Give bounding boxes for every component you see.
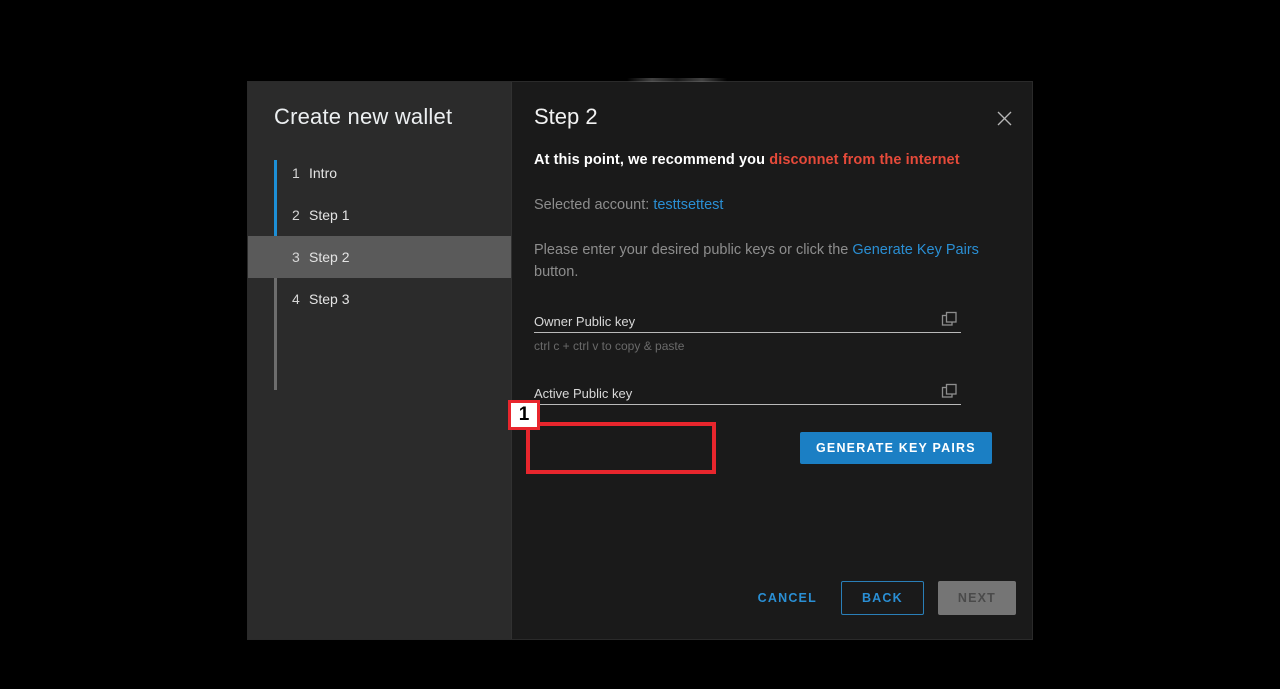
dialog-footer: CANCEL BACK NEXT xyxy=(512,581,1016,615)
recommendation-warning: disconnet from the internet xyxy=(769,152,960,168)
next-button: NEXT xyxy=(937,581,1016,615)
generate-key-pairs-link[interactable]: Generate Key Pairs xyxy=(852,242,979,258)
sidebar-item-step-1[interactable]: 2 Step 1 xyxy=(248,194,511,236)
screen-root: Create new wallet 1 Intro 2 Step 1 3 Ste… xyxy=(0,0,1280,689)
back-button[interactable]: BACK xyxy=(840,581,924,615)
selected-account-label: Selected account: xyxy=(534,197,654,213)
owner-public-key-input-line[interactable]: Owner Public key xyxy=(534,309,961,333)
active-public-key-field: Active Public key xyxy=(534,381,961,405)
instructions-part-2: button. xyxy=(534,264,579,280)
dialog-title: Create new wallet xyxy=(274,104,453,129)
step-number: 1 xyxy=(292,165,300,181)
sidebar-item-intro[interactable]: 1 Intro xyxy=(248,152,511,194)
owner-public-key-hint: ctrl c + ctrl v to copy & paste xyxy=(534,339,685,353)
copy-icon[interactable] xyxy=(941,311,959,329)
wizard-main-panel: Step 2 At this point, we recommend you d… xyxy=(511,82,1032,639)
step-label: Intro xyxy=(309,165,338,181)
selected-account-row: Selected account: testtsettest xyxy=(534,197,723,213)
cancel-button[interactable]: CANCEL xyxy=(748,583,827,613)
sidebar-item-step-2[interactable]: 3 Step 2 xyxy=(248,236,511,278)
owner-public-key-field: Owner Public key ctrl c + ctrl v to copy… xyxy=(534,309,961,353)
selected-account-value[interactable]: testtsettest xyxy=(653,197,723,213)
step-label: Step 2 xyxy=(309,249,350,265)
active-public-key-input-line[interactable]: Active Public key xyxy=(534,381,961,405)
step-number: 2 xyxy=(292,207,300,223)
create-wallet-dialog: Create new wallet 1 Intro 2 Step 1 3 Ste… xyxy=(248,78,1032,639)
wizard-sidebar: Create new wallet 1 Intro 2 Step 1 3 Ste… xyxy=(248,82,511,639)
step-number: 3 xyxy=(292,249,300,265)
sidebar-item-step-3[interactable]: 4 Step 3 xyxy=(248,278,511,320)
active-public-key-label: Active Public key xyxy=(534,386,633,401)
owner-public-key-label: Owner Public key xyxy=(534,314,636,329)
generate-key-pairs-button[interactable]: GENERATE KEY PAIRS xyxy=(800,432,992,464)
recommendation-prefix: At this point, we recommend you xyxy=(534,152,770,168)
instructions-text: Please enter your desired public keys or… xyxy=(534,239,989,283)
copy-icon[interactable] xyxy=(941,383,959,401)
step-label: Step 1 xyxy=(309,207,350,223)
recommendation-text: At this point, we recommend you disconne… xyxy=(534,152,960,168)
wizard-stepper: 1 Intro 2 Step 1 3 Step 2 4 Step 3 xyxy=(248,152,511,390)
step-label: Step 3 xyxy=(309,291,350,307)
page-title: Step 2 xyxy=(534,104,598,129)
instructions-part-1: Please enter your desired public keys or… xyxy=(534,242,853,258)
step-number: 4 xyxy=(292,291,300,307)
close-icon[interactable] xyxy=(992,106,1016,130)
